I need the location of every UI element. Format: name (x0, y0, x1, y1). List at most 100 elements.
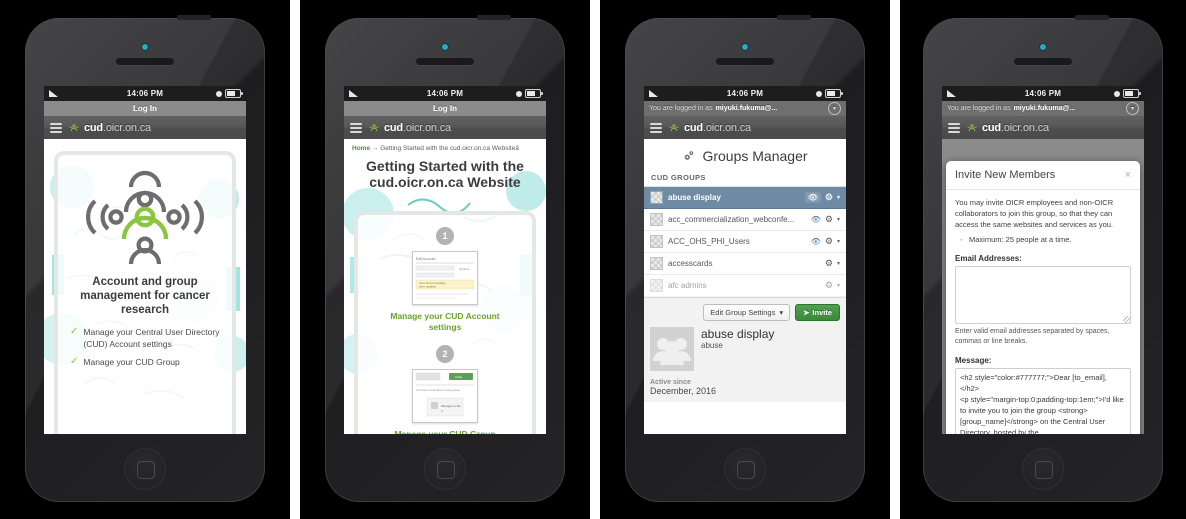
home-square-icon (137, 461, 155, 479)
check-icon: ✓ (70, 326, 79, 337)
alarm-icon (1114, 90, 1120, 97)
page-body-1: Account and group management for cancer … (44, 139, 246, 434)
paper-plane-icon: ➤ (803, 308, 810, 317)
phone-device-3: 14:06 PM You are logged in as miyuki.fuk… (625, 15, 865, 502)
table-row[interactable]: ACC_OHS_PHI_Users 👁 ⚙ ▾ (644, 231, 846, 253)
panel-gap (890, 0, 900, 519)
step-thumbnail[interactable]: Edit Account Options Your account settin… (412, 251, 478, 305)
site-brand-2[interactable]: cud.oicr.on.ca (368, 122, 451, 134)
email-field-wrap (955, 266, 1131, 324)
gear-icon[interactable]: ⚙ (825, 280, 833, 291)
earpiece-speaker (416, 58, 474, 65)
alarm-icon (216, 90, 222, 97)
hamburger-menu-icon[interactable] (948, 122, 960, 133)
hero-headline: Account and group management for cancer … (80, 276, 210, 316)
phone-panel-3: 14:06 PM You are logged in as miyuki.fuk… (600, 0, 890, 519)
group-name: afc admins (668, 281, 707, 290)
resize-handle-icon[interactable] (1123, 316, 1130, 323)
chevron-down-icon[interactable]: ▾ (837, 216, 840, 223)
group-thumb-icon (650, 257, 663, 270)
site-brand-1[interactable]: cud.oicr.on.ca (68, 122, 151, 134)
power-button[interactable] (777, 15, 811, 20)
phone-panel-4: 14:06 PM You are logged in as miyuki.fuk… (900, 0, 1186, 519)
logged-in-bar: You are logged in as miyuki.fukuma@... ▾ (644, 101, 846, 116)
modal-header: Invite New Members × (946, 161, 1140, 190)
step-label[interactable]: Manage your CUD Account settings (358, 305, 532, 333)
breadcrumb-arrow: → (371, 145, 379, 152)
home-button[interactable] (1022, 448, 1064, 490)
logged-in-bar: You are logged in as miyuki.fukuma@... ▾ (942, 101, 1144, 116)
page-title: Getting Started with the cud.oicr.on.ca … (366, 158, 524, 190)
gear-icon[interactable]: ⚙ (825, 214, 833, 225)
edit-group-settings-button[interactable]: Edit Group Settings ▾ (703, 304, 791, 321)
gear-icon[interactable]: ⚙ (825, 258, 833, 269)
invite-button[interactable]: ➤ Invite (795, 304, 840, 321)
logged-in-prefix: You are logged in as (947, 105, 1011, 112)
cud-logo-icon (669, 123, 679, 131)
power-button[interactable] (477, 15, 511, 20)
chevron-down-icon[interactable]: ▾ (837, 194, 840, 201)
message-input[interactable] (955, 368, 1131, 434)
eye-icon[interactable]: 👁 (804, 192, 821, 203)
table-row[interactable]: accesscards ⚙ ▾ (644, 253, 846, 275)
table-row[interactable]: abuse display 👁 ⚙ ▾ (644, 187, 846, 209)
group-subtitle: abuse (701, 341, 723, 350)
step-number: 2 (436, 345, 454, 363)
gear-icon[interactable]: ⚙ (825, 236, 833, 247)
home-square-icon (737, 461, 755, 479)
power-button[interactable] (177, 15, 211, 20)
account-dropdown-icon[interactable]: ▾ (828, 102, 841, 115)
site-navbar-3: cud.oicr.on.ca (644, 116, 846, 139)
message-field-wrap (955, 368, 1131, 434)
table-row[interactable]: afc admins ⚙ ▾ (644, 275, 846, 297)
row-actions: ⚙ ▾ (825, 258, 840, 269)
site-brand-4[interactable]: cud.oicr.on.ca (966, 122, 1049, 134)
modal-title: Invite New Members (955, 169, 1056, 181)
login-bar[interactable]: Log In (344, 101, 546, 116)
battery-icon (525, 89, 543, 98)
account-dropdown-icon[interactable]: ▾ (1126, 102, 1139, 115)
breadcrumb: Home → Getting Started with the cud.oicr… (344, 139, 546, 153)
group-title: abuse display (701, 327, 775, 341)
front-camera-icon (142, 44, 148, 50)
list-item: ✓ Manage your Central User Directory (CU… (70, 327, 220, 350)
home-button[interactable] (724, 448, 766, 490)
power-button[interactable] (1075, 15, 1109, 20)
breadcrumb-home[interactable]: Home (352, 145, 370, 152)
step-thumbnail[interactable]: Invite You have 4 members in your group … (412, 369, 478, 423)
group-name: accesscards (668, 259, 713, 268)
panel-gap (590, 0, 600, 519)
login-bar[interactable]: Log In (44, 101, 246, 116)
home-square-icon (437, 461, 455, 479)
ios-status-bar: 14:06 PM (644, 86, 846, 101)
hamburger-menu-icon[interactable] (50, 122, 62, 133)
panel-gap (290, 0, 300, 519)
groups-list[interactable]: abuse display 👁 ⚙ ▾ acc_commercializatio… (644, 186, 846, 297)
chevron-down-icon[interactable]: ▾ (837, 238, 840, 245)
hamburger-menu-icon[interactable] (650, 122, 662, 133)
chevron-down-icon[interactable]: ▾ (837, 282, 840, 289)
invite-label: Invite (812, 308, 832, 317)
screenshot-stage: 14:06 PM Log In cud.oicr.on.ca Account a… (0, 0, 1186, 519)
section-label: CUD GROUPS (644, 171, 846, 186)
gear-icon[interactable]: ⚙ (825, 192, 833, 203)
svg-text:Manage by Me: Manage by Me (441, 404, 461, 408)
eye-icon[interactable]: 👁 (811, 237, 821, 246)
home-button[interactable] (124, 448, 166, 490)
chevron-down-icon[interactable]: ▾ (837, 260, 840, 267)
eye-icon[interactable]: 👁 (811, 215, 821, 224)
email-addresses-input[interactable] (955, 266, 1131, 324)
phone-screen-2: 14:06 PM Log In cud.oicr.on.ca Home → Ge… (344, 86, 546, 434)
group-thumb-icon (650, 279, 663, 292)
phone-panel-1: 14:06 PM Log In cud.oicr.on.ca Account a… (0, 0, 290, 519)
table-row[interactable]: acc_commercialization_webconfe... 👁 ⚙ ▾ (644, 209, 846, 231)
brand-text-4: cud.oicr.on.ca (982, 121, 1049, 134)
ios-status-bar: 14:06 PM (942, 86, 1144, 101)
row-actions: ⚙ ▾ (825, 280, 840, 291)
site-brand-3[interactable]: cud.oicr.on.ca (668, 122, 751, 134)
step-label[interactable]: Manage your CUD Group (358, 423, 532, 434)
home-button[interactable] (424, 448, 466, 490)
hamburger-menu-icon[interactable] (350, 122, 362, 133)
close-icon[interactable]: × (1125, 169, 1131, 181)
ios-status-bar: 14:06 PM (344, 86, 546, 101)
